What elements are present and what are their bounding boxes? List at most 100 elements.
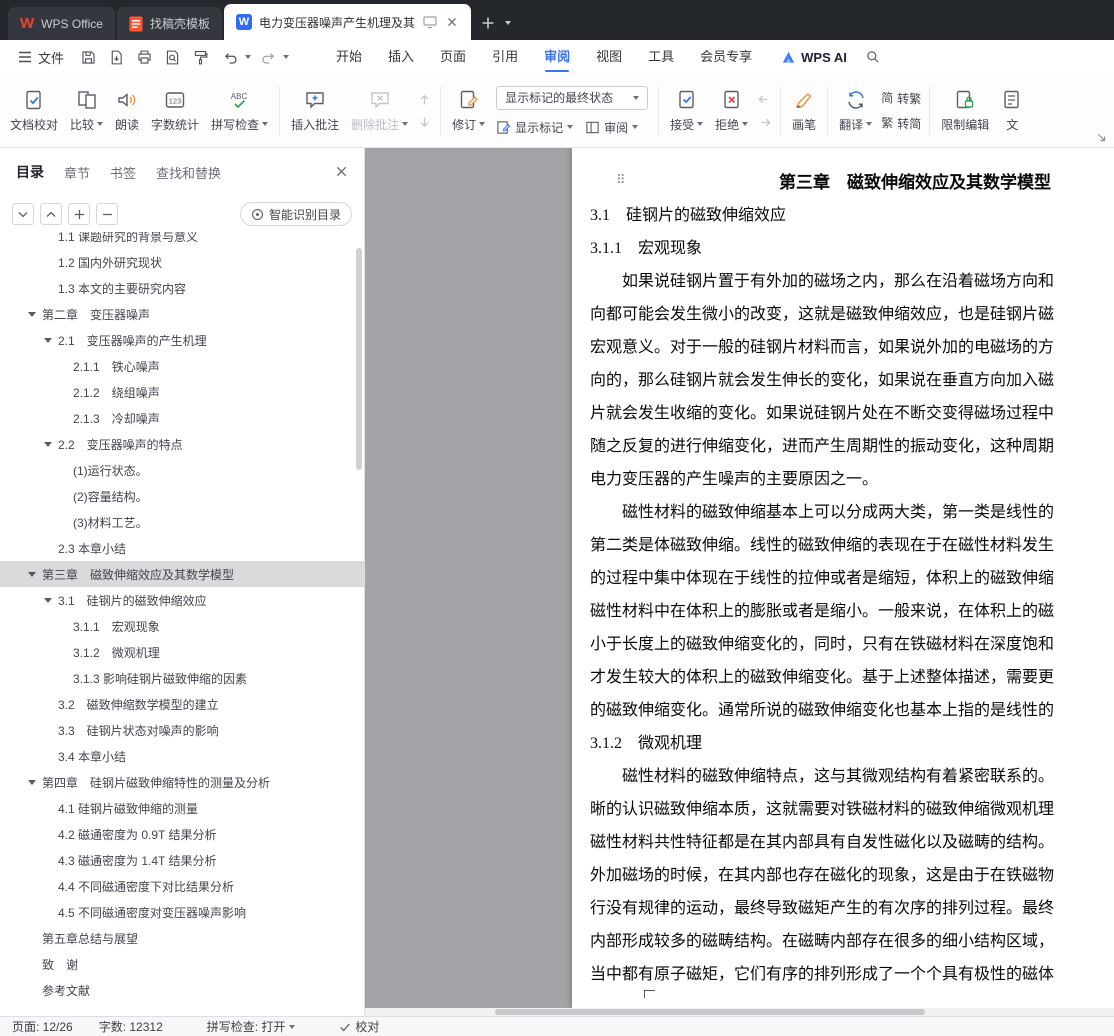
proofread-button[interactable]: 校对 xyxy=(339,1018,379,1035)
toc-item[interactable]: 4.1 硅钢片磁致伸缩的测量 xyxy=(0,795,364,821)
menu-item[interactable]: 插入 xyxy=(375,40,427,74)
track-changes-button[interactable]: 修订 xyxy=(446,80,491,142)
clipped-ribbon-button[interactable]: 文 xyxy=(995,80,1029,142)
horizontal-scrollbar[interactable] xyxy=(365,1008,1114,1016)
toc-item[interactable]: 2.1.3 冷却噪声 xyxy=(0,405,364,431)
delete-comment-button[interactable]: 删除批注 xyxy=(345,80,414,142)
toc-item[interactable]: 2.1.1 铁心噪声 xyxy=(0,353,364,379)
toc-item[interactable]: 第四章 硅钢片磁致伸缩特性的测量及分析 xyxy=(0,769,364,795)
toc-item[interactable]: 3.1 硅钢片的磁致伸缩效应 xyxy=(0,587,364,613)
menu-item[interactable]: 页面 xyxy=(427,40,479,74)
toc-item[interactable]: 致 谢 xyxy=(0,951,364,977)
toc-item[interactable]: 参考文献 xyxy=(0,977,364,1003)
print-button[interactable] xyxy=(132,45,157,69)
undo-button[interactable] xyxy=(218,45,252,69)
close-pane-icon[interactable] xyxy=(335,165,348,178)
new-tab-icon[interactable] xyxy=(481,16,495,30)
sidebar-tab[interactable]: 书签 xyxy=(110,163,136,182)
toc-item[interactable]: 4.2 磁通密度为 0.9T 结果分析 xyxy=(0,821,364,847)
menu-item[interactable]: 会员专享 xyxy=(687,40,765,74)
compare-button[interactable]: 比较 xyxy=(64,80,109,142)
spellcheck-toggle[interactable]: 拼写检查: 打开 xyxy=(207,1018,296,1035)
toc-item[interactable]: 1.2 国内外研究现状 xyxy=(0,249,364,275)
traditional-to-simplified-button[interactable]: 繁 转简 xyxy=(881,115,921,132)
expand-all-button[interactable] xyxy=(40,203,62,225)
review-pane-button[interactable]: 审阅 xyxy=(585,119,639,136)
menu-item[interactable]: 视图 xyxy=(583,40,635,74)
previous-change-button[interactable] xyxy=(757,92,772,107)
tab-wps-home[interactable]: W WPS Office xyxy=(8,7,115,40)
wps-ai-button[interactable]: WPS AI xyxy=(781,50,847,65)
simplified-to-traditional-button[interactable]: 简 转繁 xyxy=(881,90,921,107)
menu-item[interactable]: 审阅 xyxy=(531,40,583,74)
triangle-expand-icon[interactable] xyxy=(28,311,36,317)
zoom-out-button[interactable] xyxy=(96,203,118,225)
sidebar-tab[interactable]: 目录 xyxy=(16,162,44,182)
markup-state-dropdown[interactable]: 显示标记的最终状态 xyxy=(496,85,649,110)
restrict-editing-button[interactable]: 限制编辑 xyxy=(935,80,995,142)
toc-item[interactable]: 3.1.1 宏观现象 xyxy=(0,613,364,639)
menu-item[interactable]: 开始 xyxy=(323,40,375,74)
toc-item[interactable]: 2.1 变压器噪声的产生机理 xyxy=(0,327,364,353)
sidebar-tab[interactable]: 章节 xyxy=(64,163,90,182)
pen-button[interactable]: 画笔 xyxy=(786,80,822,142)
reject-change-button[interactable]: 拒绝 xyxy=(709,80,754,142)
toc-item[interactable]: 4.5 不同磁通密度对变压器噪声影响 xyxy=(0,899,364,925)
toc-item[interactable]: (1)运行状态。 xyxy=(0,457,364,483)
ribbon-expander-icon[interactable] xyxy=(1097,133,1107,143)
toc-item[interactable]: 3.3 硅钢片状态对噪声的影响 xyxy=(0,717,364,743)
menu-item[interactable]: 工具 xyxy=(635,40,687,74)
zoom-in-button[interactable] xyxy=(68,203,90,225)
drag-handle-icon[interactable]: ⠿ xyxy=(616,172,626,188)
next-change-button[interactable] xyxy=(757,115,772,130)
format-painter-button[interactable] xyxy=(188,45,213,69)
toc-item[interactable]: (3)材料工艺。 xyxy=(0,509,364,535)
toc-item[interactable]: 4.4 不同磁通密度下对比结果分析 xyxy=(0,873,364,899)
previous-comment-button[interactable] xyxy=(417,92,432,107)
file-menu-button[interactable]: 文件 xyxy=(10,48,72,67)
toc-item[interactable]: 3.4 本章小结 xyxy=(0,743,364,769)
toc-item[interactable]: 3.2 磁致伸缩数学模型的建立 xyxy=(0,691,364,717)
show-markup-button[interactable]: 显示标记 xyxy=(496,119,574,136)
print-preview-button[interactable] xyxy=(160,45,185,69)
redo-button[interactable] xyxy=(256,45,290,69)
triangle-expand-icon[interactable] xyxy=(44,441,52,447)
triangle-expand-icon[interactable] xyxy=(44,597,52,603)
next-comment-button[interactable] xyxy=(417,115,432,130)
toc-item[interactable]: 4.3 磁通密度为 1.4T 结果分析 xyxy=(0,847,364,873)
toc-item[interactable]: 3.1.3 影响硅钢片磁致伸缩的因素 xyxy=(0,665,364,691)
translate-button[interactable]: 翻译 xyxy=(833,80,878,142)
toc-item[interactable]: 第二章 变压器噪声 xyxy=(0,301,364,327)
toc-item[interactable]: (2)容量结构。 xyxy=(0,483,364,509)
menu-item[interactable]: 引用 xyxy=(479,40,531,74)
toc-item[interactable]: 第五章总结与展望 xyxy=(0,925,364,951)
insert-comment-button[interactable]: 插入批注 xyxy=(285,80,345,142)
word-count-button[interactable]: 123 字数统计 xyxy=(145,80,205,142)
collapse-all-button[interactable] xyxy=(12,203,34,225)
close-icon[interactable] xyxy=(445,15,459,29)
toc-item[interactable]: 2.2 变压器噪声的特点 xyxy=(0,431,364,457)
horizontal-scrollbar-thumb[interactable] xyxy=(495,1009,925,1015)
sidebar-tab[interactable]: 查找和替换 xyxy=(156,163,221,182)
toc-item[interactable]: 3.1.2 微观机理 xyxy=(0,639,364,665)
tab-template-doc[interactable]: 找稿壳模板 xyxy=(116,7,222,40)
triangle-expand-icon[interactable] xyxy=(28,779,36,785)
search-button[interactable] xyxy=(861,45,886,69)
export-pdf-button[interactable] xyxy=(104,45,129,69)
toc-item[interactable]: 2.1.2 绕组噪声 xyxy=(0,379,364,405)
doc-proof-button[interactable]: 文档校对 xyxy=(4,80,64,142)
toc-item[interactable]: 第三章 磁致伸缩效应及其数学模型 xyxy=(0,561,364,587)
triangle-expand-icon[interactable] xyxy=(44,337,52,343)
toc-item[interactable]: 2.3 本章小结 xyxy=(0,535,364,561)
tab-list-chevron-icon[interactable] xyxy=(505,21,511,25)
spell-check-button[interactable]: ABC 拼写检查 xyxy=(205,80,274,142)
toc-item[interactable]: 1.1 课题研究的背景与意义 xyxy=(0,232,364,249)
sidebar-scrollbar-thumb[interactable] xyxy=(356,248,362,470)
tab-current-document[interactable]: W 电力变压器噪声产生机理及其 xyxy=(223,4,471,40)
toc-item[interactable]: 1.3 本文的主要研究内容 xyxy=(0,275,364,301)
accept-change-button[interactable]: 接受 xyxy=(664,80,709,142)
smart-catalog-button[interactable]: 智能识别目录 xyxy=(239,202,352,226)
save-button[interactable] xyxy=(76,45,101,69)
triangle-expand-icon[interactable] xyxy=(28,571,36,577)
read-aloud-button[interactable]: 朗读 xyxy=(109,80,145,142)
